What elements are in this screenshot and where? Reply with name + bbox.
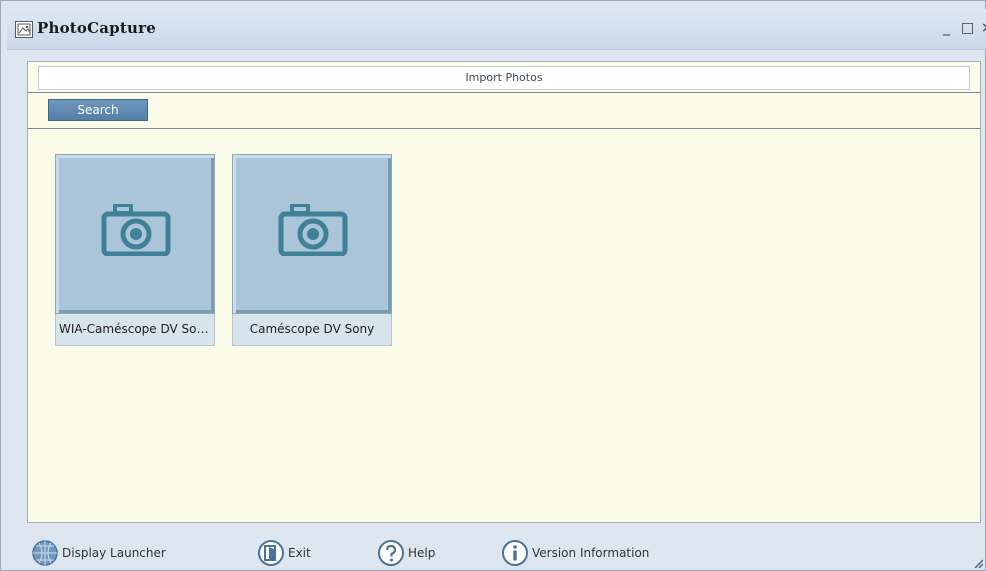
toolbar-divider [28,128,980,129]
photocapture-window: PhotoCapture _ □ × Import Photos Search … [0,0,986,571]
maximize-button[interactable]: □ [961,20,974,36]
exit-door-icon [258,540,284,566]
photo-app-icon [15,21,33,38]
device-tile[interactable]: Caméscope DV Sony [232,154,392,346]
window-title: PhotoCapture [37,19,156,37]
import-photos-panel: Import Photos Search WIA-Caméscope DV So… [27,61,981,523]
search-button[interactable]: Search [48,99,148,121]
info-icon [502,540,528,566]
help-label: Help [408,546,436,560]
help-question-icon [378,540,404,566]
close-button[interactable]: × [981,20,986,36]
display-launcher-label: Display Launcher [62,546,166,560]
minimize-button[interactable]: _ [943,20,950,36]
camera-icon [101,204,171,256]
camera-icon [278,204,348,256]
device-tile-image[interactable] [55,154,215,314]
exit-label: Exit [288,546,311,560]
resize-grip-icon[interactable] [973,558,983,568]
title-bar[interactable]: PhotoCapture _ □ × [7,9,986,50]
help-link[interactable]: Help [377,539,435,567]
header-divider [28,92,980,93]
device-label: WIA-Caméscope DV Sony [55,314,215,346]
panel-header: Import Photos [38,66,970,90]
version-info-label: Version Information [532,546,650,560]
exit-link[interactable]: Exit [257,539,311,567]
globe-icon [32,540,58,566]
device-tile-image[interactable] [232,154,392,314]
display-launcher-link[interactable]: Display Launcher [31,539,166,567]
device-label: Caméscope DV Sony [232,314,392,346]
device-tile[interactable]: WIA-Caméscope DV Sony [55,154,215,346]
version-info-link[interactable]: Version Information [501,539,649,567]
footer-bar: Display Launcher Exit Help Version Infor… [1,535,986,571]
